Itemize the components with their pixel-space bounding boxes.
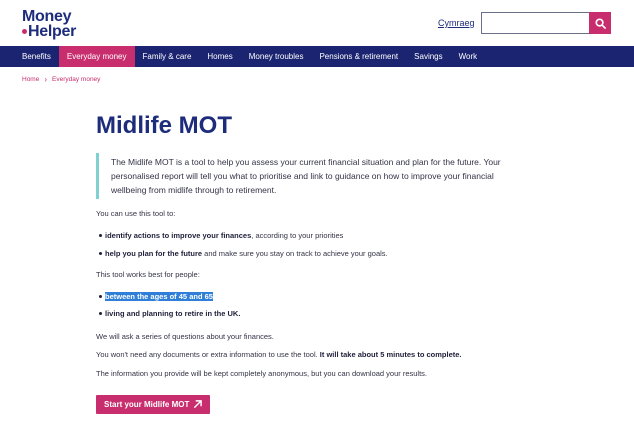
ask-text: We will ask a series of questions about … [96,332,274,341]
nav-item-family-care[interactable]: Family & care [135,46,200,67]
docs-text: You won't need any documents or extra in… [96,350,462,359]
chevron-right-icon: › [44,75,48,84]
bullet-3-highlighted: between the ages of 45 and 65 [105,292,213,301]
nav-item-homes[interactable]: Homes [199,46,240,67]
intro-callout: The Midlife MOT is a tool to help you as… [96,153,530,199]
nav-item-benefits[interactable]: Benefits [14,46,59,67]
search-bar [481,12,611,34]
language-toggle-link[interactable]: Cymraeg [438,18,475,28]
bullet-2-rest: and make sure you stay on track to achie… [202,249,388,258]
docs-bold: It will take about 5 minutes to complete… [319,350,462,359]
breadcrumb: Home › Everyday money [22,75,100,84]
docs-plain: You won't need any documents or extra in… [96,350,320,359]
bullet-1-bold: identify actions to improve your finance… [105,231,252,240]
bullet-1-rest: , according to your priorities [251,231,344,240]
bullet-2-bold: help you plan for the future [105,249,203,258]
start-midlife-mot-button[interactable]: Start your Midlife MOT [96,395,211,414]
main-nav: Benefits Everyday money Family & care Ho… [0,46,634,67]
search-button[interactable] [589,12,611,34]
breadcrumb-current[interactable]: Everyday money [52,76,100,83]
use-intro-text: You can use this tool to: [96,209,176,218]
cta-label: Start your Midlife MOT [104,400,190,409]
search-icon [594,17,606,29]
nav-item-pensions-retirement[interactable]: Pensions & retirement [311,46,406,67]
list-item: between the ages of 45 and 65 [99,292,213,301]
nav-item-work[interactable]: Work [451,46,486,67]
breadcrumb-home[interactable]: Home [22,76,39,83]
list-item: help you plan for the future and make su… [99,249,388,258]
list-item: living and planning to retire in the UK. [98,309,241,318]
anonymous-text: The information you provide will be kept… [96,369,428,378]
moneyhelper-logo[interactable]: Money Helper [22,9,82,40]
works-intro-text: This tool works best for people: [96,270,200,279]
nav-item-everyday-money[interactable]: Everyday money [58,46,135,67]
list-item: identify actions to improve your finance… [98,231,344,240]
bullet-4: living and planning to retire in the UK. [105,309,241,318]
external-link-icon [194,400,203,409]
page-title: Midlife MOT [96,112,232,139]
logo-line-2: Helper [22,24,82,40]
nav-item-savings[interactable]: Savings [406,46,450,67]
search-input[interactable] [481,12,589,34]
nav-item-money-troubles[interactable]: Money troubles [241,46,312,67]
